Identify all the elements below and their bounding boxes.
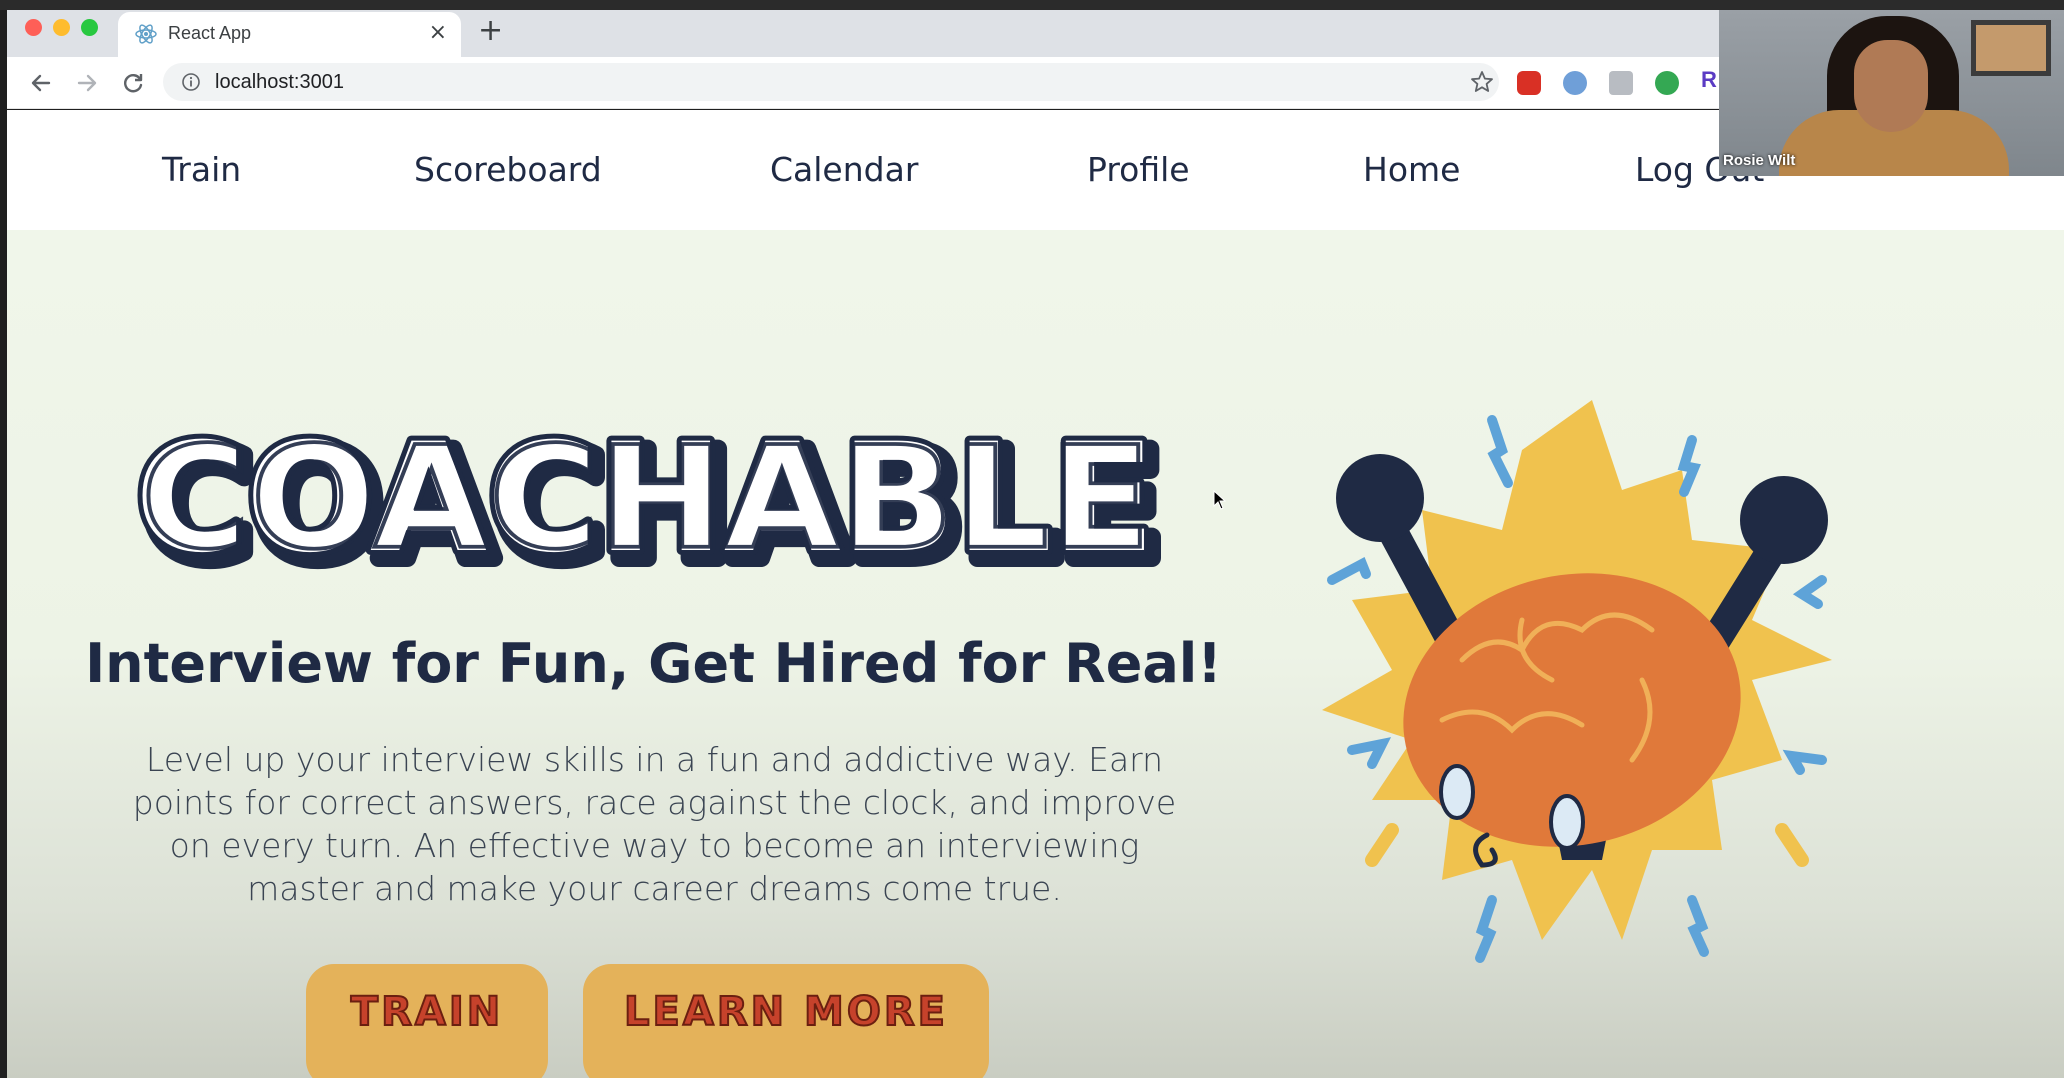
close-window-button[interactable] bbox=[25, 19, 42, 36]
extension-r-icon[interactable]: R bbox=[1701, 67, 1719, 92]
webcam-corkboard bbox=[1971, 20, 2051, 76]
logo-text: COACHABLE bbox=[141, 430, 1151, 580]
extension-wave-icon[interactable] bbox=[1563, 71, 1587, 95]
minimize-window-button[interactable] bbox=[53, 19, 70, 36]
spark bbox=[1677, 435, 1701, 497]
back-arrow-icon[interactable] bbox=[27, 69, 55, 97]
hero-subtext-line: Level up your interview skills in a fun … bbox=[145, 740, 1164, 779]
forward-arrow-icon[interactable] bbox=[73, 69, 101, 97]
nav-link-home[interactable]: Home bbox=[1363, 150, 1460, 189]
browser-tab[interactable]: React App × bbox=[118, 12, 461, 57]
hero-subtext-line: points for correct answers, race against… bbox=[132, 783, 1177, 822]
tab-title: React App bbox=[168, 23, 252, 43]
brain-mascot-illustration bbox=[1322, 400, 1832, 963]
train-button[interactable]: TRAIN bbox=[306, 964, 548, 1078]
hero-headline: Interview for Fun, Get Hired for Real! bbox=[85, 632, 1222, 695]
new-tab-button[interactable]: + bbox=[478, 16, 503, 46]
left-fist bbox=[1336, 454, 1424, 542]
address-bar[interactable]: localhost:3001 bbox=[163, 63, 1499, 101]
participant-name: Rosie Wilt bbox=[1723, 152, 1796, 169]
maximize-window-button[interactable] bbox=[81, 19, 98, 36]
close-tab-icon[interactable]: × bbox=[429, 21, 447, 45]
webcam-person-face bbox=[1854, 40, 1928, 132]
bookmark-star-icon[interactable] bbox=[1469, 69, 1495, 95]
spark bbox=[1782, 749, 1827, 775]
nav-link-scoreboard[interactable]: Scoreboard bbox=[414, 150, 602, 189]
yellow-drop bbox=[1365, 823, 1399, 867]
nav-link-calendar[interactable]: Calendar bbox=[770, 150, 918, 189]
coachable-logo: COACHABLE COACHABLE COACHABLE bbox=[135, 430, 1172, 580]
hero-subtext: Level up your interview skills in a fun … bbox=[97, 738, 1212, 910]
browser-toolbar: localhost:3001 R bbox=[7, 57, 1719, 109]
right-eye bbox=[1549, 794, 1585, 850]
info-icon[interactable] bbox=[181, 72, 201, 92]
nav-link-profile[interactable]: Profile bbox=[1087, 150, 1190, 189]
extension-grey-icon[interactable] bbox=[1609, 71, 1633, 95]
left-eye bbox=[1439, 764, 1475, 820]
spark bbox=[1792, 575, 1827, 609]
window-top-strip bbox=[0, 0, 2064, 10]
spark bbox=[1347, 737, 1392, 769]
url-text: localhost:3001 bbox=[215, 71, 344, 93]
nav-link-train[interactable]: Train bbox=[162, 150, 241, 189]
spark bbox=[1487, 415, 1513, 488]
spark bbox=[1327, 556, 1371, 585]
react-icon bbox=[135, 24, 157, 44]
spark bbox=[1687, 895, 1709, 957]
spark bbox=[1475, 895, 1497, 963]
webcam-overlay: Rosie Wilt bbox=[1719, 10, 2064, 176]
extension-shield-icon[interactable] bbox=[1517, 71, 1541, 95]
yellow-drop bbox=[1775, 823, 1809, 867]
right-fist bbox=[1740, 476, 1828, 564]
extension-green-icon[interactable] bbox=[1655, 71, 1679, 95]
web-page: Train Scoreboard Calendar Profile Home L… bbox=[7, 110, 2064, 1078]
hero-subtext-line: on every turn. An effective way to becom… bbox=[169, 826, 1140, 865]
mouse-cursor-icon bbox=[1213, 490, 1227, 510]
reload-icon[interactable] bbox=[119, 69, 147, 97]
learn-more-button[interactable]: LEARN MORE bbox=[583, 964, 989, 1078]
hero-subtext-line: master and make your career dreams come … bbox=[247, 869, 1062, 908]
